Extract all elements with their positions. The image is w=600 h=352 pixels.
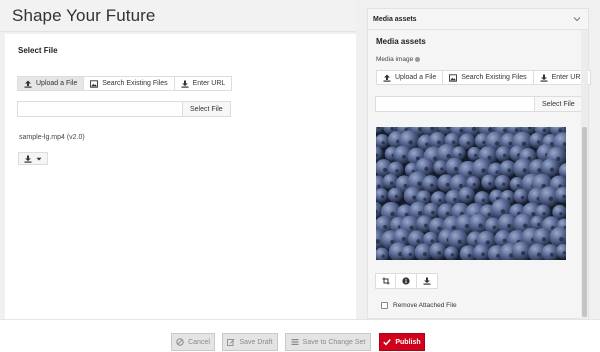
download-dropdown-button[interactable]: [18, 152, 48, 165]
media-image-label: Media image: [376, 56, 421, 63]
ban-icon: [176, 338, 184, 346]
media-file-picker-row: Select File: [375, 96, 583, 112]
tab-enter-url-label: Enter URL: [551, 74, 585, 81]
download-icon: [540, 74, 548, 82]
image-toolbar: [375, 273, 438, 289]
tab-upload-file[interactable]: Upload a File: [376, 70, 444, 85]
file-picker-row: Select File: [17, 101, 231, 117]
select-file-button[interactable]: Select File: [535, 96, 583, 112]
info-icon: [415, 57, 421, 62]
download-icon: [24, 155, 32, 163]
remove-attached-file-label: Remove Attached File: [393, 302, 457, 309]
panel-scrollbar-thumb[interactable]: [582, 127, 587, 317]
tab-upload-file-label: Upload a File: [36, 80, 78, 87]
remove-attached-file-row[interactable]: Remove Attached File: [381, 302, 457, 309]
save-draft-button[interactable]: Save Draft: [222, 333, 278, 351]
file-path-input[interactable]: [17, 101, 183, 117]
publish-label: Publish: [395, 338, 421, 346]
list-icon: [291, 338, 299, 346]
edit-icon: [227, 338, 236, 346]
crop-button[interactable]: [375, 273, 396, 289]
info-circle-icon: [402, 277, 410, 285]
remove-attached-file-checkbox[interactable]: [381, 302, 388, 309]
tab-search-existing-files-label: Search Existing Files: [461, 74, 527, 81]
media-assets-panel: Media assets Media assets Media image Up…: [367, 8, 592, 319]
title-bar: Shape Your Future: [0, 0, 356, 32]
media-assets-heading: Media assets: [376, 37, 426, 46]
tab-upload-file-label: Upload a File: [395, 74, 437, 81]
caret-down-icon: [35, 155, 43, 163]
source-tabs: Upload a File Search Existing Files Ente…: [17, 76, 233, 91]
media-assets-accordion-header[interactable]: Media assets: [368, 9, 588, 30]
tab-search-existing-files[interactable]: Search Existing Files: [443, 70, 534, 85]
media-image-preview: [376, 127, 566, 260]
action-footer: Cancel Save Draft Save to Change Set Pub…: [0, 319, 600, 352]
check-icon: [383, 338, 392, 346]
media-file-path-input[interactable]: [375, 96, 535, 112]
tab-search-existing-files[interactable]: Search Existing Files: [84, 76, 175, 91]
media-source-tabs: Upload a File Search Existing Files Ente…: [376, 70, 592, 85]
image-icon: [90, 79, 99, 88]
save-to-change-set-button[interactable]: Save to Change Set: [285, 333, 371, 351]
cancel-label: Cancel: [188, 338, 210, 346]
attached-file-name: sample-lg.mp4 (v2.0): [19, 134, 85, 141]
tab-enter-url[interactable]: Enter URL: [174, 76, 233, 91]
page-title: Shape Your Future: [12, 6, 156, 25]
crop-icon: [382, 277, 390, 285]
section-title: Select File: [18, 46, 58, 55]
tab-enter-url-label: Enter URL: [192, 80, 226, 87]
upload-icon: [383, 74, 391, 82]
accordion-title: Media assets: [373, 16, 417, 23]
save-draft-label: Save Draft: [239, 338, 273, 346]
image-icon: [449, 73, 458, 82]
media-image-label-text: Media image: [376, 56, 414, 63]
save-to-change-set-label: Save to Change Set: [302, 338, 366, 346]
tab-search-existing-files-label: Search Existing Files: [102, 80, 168, 87]
publish-button[interactable]: Publish: [379, 333, 425, 351]
upload-icon: [24, 80, 32, 88]
download-icon: [181, 80, 189, 88]
chevron-down-icon: [573, 17, 581, 22]
cancel-button[interactable]: Cancel: [171, 333, 215, 351]
blueberries-image: [376, 127, 566, 260]
image-info-button[interactable]: [396, 273, 417, 289]
file-selection-panel: Select File Upload a File Search Existin…: [5, 34, 356, 319]
download-icon: [423, 277, 431, 285]
select-file-button[interactable]: Select File: [183, 101, 231, 117]
tab-upload-file[interactable]: Upload a File: [17, 76, 85, 91]
image-download-button[interactable]: [417, 273, 438, 289]
